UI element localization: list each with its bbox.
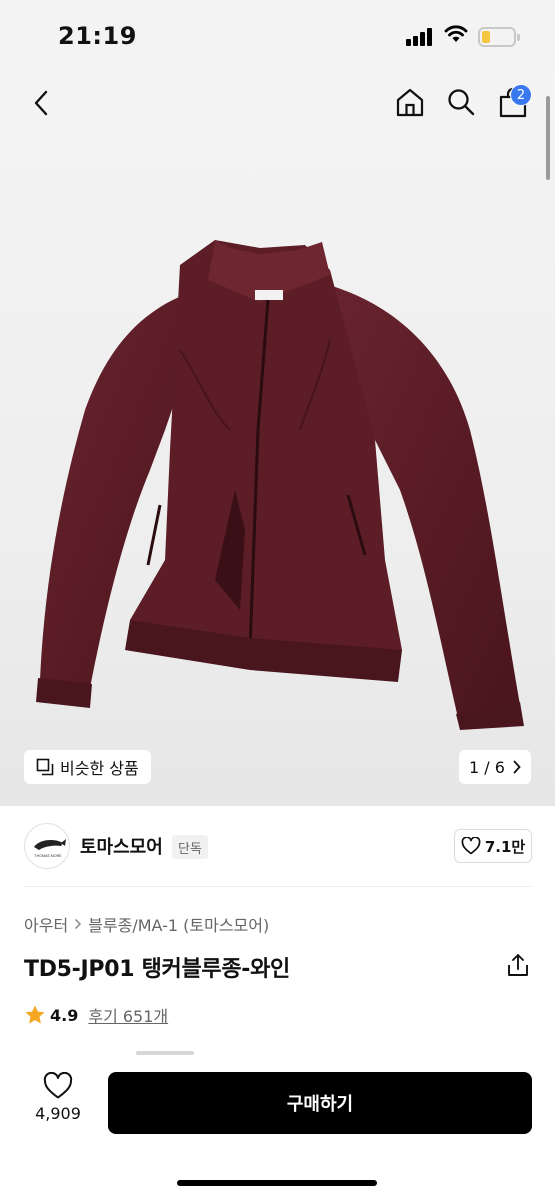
divider xyxy=(24,886,531,887)
home-icon xyxy=(396,88,424,117)
brand-like-button[interactable]: 7.1만 xyxy=(454,829,532,863)
status-bar: 21:19 xyxy=(0,0,555,72)
share-button[interactable] xyxy=(506,952,530,978)
image-pager[interactable]: 1 / 6 xyxy=(459,750,531,784)
search-icon xyxy=(448,89,475,116)
similar-products-button[interactable]: 비슷한 상품 xyxy=(24,750,151,784)
chevron-right-icon xyxy=(75,918,82,930)
pager-separator: / xyxy=(484,757,490,777)
whale-logo-icon: THOMAS MORE xyxy=(34,839,66,858)
cart-count-badge: 2 xyxy=(510,84,532,106)
wishlist-button[interactable]: 4,909 xyxy=(24,1072,92,1132)
tab-indicator xyxy=(136,1051,194,1055)
wifi-icon xyxy=(444,25,468,42)
scrollbar xyxy=(546,96,550,180)
similar-products-label: 비슷한 상품 xyxy=(60,759,139,778)
breadcrumb: 아우터 블루종/MA-1 (토마스모어) xyxy=(24,912,269,936)
product-title: TD5-JP01 탱커블루종-와인 xyxy=(24,957,291,982)
heart-icon xyxy=(461,837,481,855)
exclusive-badge: 단독 xyxy=(172,835,208,859)
brand-logo-text: THOMAS MORE xyxy=(34,854,62,858)
breadcrumb-item-outer[interactable]: 아우터 xyxy=(24,912,68,936)
battery-icon xyxy=(478,27,520,47)
chevron-left-icon xyxy=(34,90,48,116)
star-icon xyxy=(25,1005,45,1024)
chevron-right-icon xyxy=(513,760,521,774)
back-button[interactable] xyxy=(24,86,58,120)
rating-value: 4.9 xyxy=(50,1005,79,1025)
home-indicator xyxy=(177,1180,377,1186)
heart-icon xyxy=(43,1072,73,1099)
pager-total: 6 xyxy=(494,757,505,777)
brand-logo[interactable]: THOMAS MORE xyxy=(24,823,70,869)
pager-current: 1 xyxy=(469,757,480,777)
signal-icon xyxy=(406,28,436,46)
brand-name[interactable]: 토마스모어 xyxy=(80,833,163,859)
buy-button[interactable]: 구매하기 xyxy=(108,1072,532,1134)
share-icon xyxy=(508,954,528,976)
status-time: 21:19 xyxy=(58,22,137,50)
copy-icon xyxy=(36,758,54,776)
search-button[interactable] xyxy=(443,84,479,120)
breadcrumb-item-category[interactable]: 블루종/MA-1 (토마스모어) xyxy=(88,912,269,936)
product-photo xyxy=(36,240,524,730)
brand-like-count: 7.1만 xyxy=(484,837,526,856)
pager-text: 1 / 6 xyxy=(469,758,505,777)
home-button[interactable] xyxy=(392,84,428,120)
rating-row: 4.9 후기 651개 xyxy=(24,1003,168,1027)
review-count-link[interactable]: 후기 651개 xyxy=(88,1003,168,1027)
wishlist-count: 4,909 xyxy=(35,1104,81,1123)
